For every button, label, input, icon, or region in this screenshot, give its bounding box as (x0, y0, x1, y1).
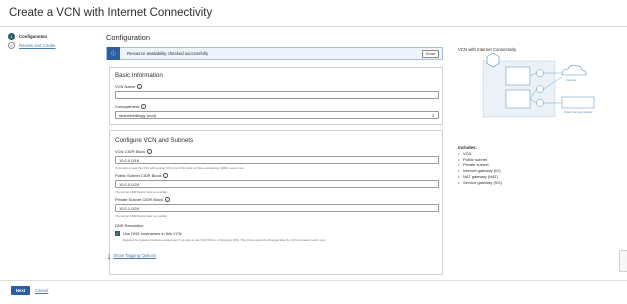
dns-hostnames-checkbox[interactable]: ✓ (115, 231, 120, 236)
configure-vcn-card: Configure VCN and Subnets VCN CIDR Block… (109, 130, 443, 275)
step-label: Configuration (19, 34, 48, 39)
includes-item: Service gateway (SG) (458, 180, 502, 186)
dns-hostnames-row: ✓ Use DNS hostnames in this VCN (115, 231, 181, 236)
cancel-link[interactable]: Cancel (35, 288, 48, 293)
oracle-services-label: Oracle Services Network (564, 110, 593, 114)
vcn-cidr-input[interactable]: 10.0.0.0/16 (115, 156, 439, 164)
chevron-right-icon: ⟫ (108, 253, 111, 258)
step-configuration[interactable]: 1 Configuration (8, 32, 98, 41)
select-arrows-icon: ⇕ (431, 113, 435, 118)
public-subnet-cidr-input[interactable]: 10.0.0.0/24 (115, 180, 439, 188)
vcn-diagram: Internet Oracle Services Network (482, 53, 595, 118)
compartment-value: sbshelbl/dbsgy (root) (119, 113, 157, 118)
show-tagging-options-label: Show Tagging Options (113, 253, 157, 258)
vcn-name-label: VCN Name i (115, 84, 142, 89)
dns-resolution-heading: DNS Resolution (115, 223, 144, 228)
wizard-steps: 1 Configuration 2 Review and Create (8, 32, 98, 50)
info-icon[interactable]: i (137, 84, 142, 89)
footer-bar: Next Cancel (0, 280, 627, 304)
step-label: Review and Create (19, 43, 56, 48)
learn-more-link[interactable]: Learn more (230, 166, 244, 170)
banner-message: Resource availability checked successful… (127, 51, 208, 56)
basic-information-heading: Basic Information (115, 72, 163, 79)
public-subnet-help: The subnet CIDR blocks must not overlap. (115, 190, 168, 194)
success-banner: ⓘ Resource availability checked successf… (106, 47, 443, 60)
next-button[interactable]: Next (11, 286, 30, 295)
compartment-select[interactable]: sbshelbl/dbsgy (root) ⇕ (115, 111, 439, 119)
service-gateway-icon (536, 99, 544, 107)
public-subnet-cidr-label: Public Subnet CIDR Block i (115, 173, 168, 178)
step-review-and-create[interactable]: 2 Review and Create (8, 41, 98, 50)
compartment-label: Compartment i (115, 104, 146, 109)
vcn-cidr-help: If you plan to peer this VCN with anothe… (115, 166, 244, 170)
configure-vcn-heading: Configure VCN and Subnets (115, 137, 194, 144)
diagram-title: VCN with Internet Connectivity (458, 47, 517, 52)
show-tagging-options-link[interactable]: ⟫ Show Tagging Options (108, 253, 156, 258)
private-subnet-cidr-label: Private Subnet CIDR Block i (115, 197, 170, 202)
includes-heading: Includes: (458, 145, 477, 150)
info-icon[interactable]: i (147, 149, 152, 154)
private-subnet-cidr-input[interactable]: 10.0.1.0/24 (115, 204, 439, 212)
page-header: Create a VCN with Internet Connectivity (0, 0, 627, 27)
info-icon[interactable]: i (141, 104, 146, 109)
private-subnet-box (505, 89, 531, 109)
oracle-services-box (561, 96, 595, 109)
info-icon[interactable]: i (163, 173, 168, 178)
step-number: 1 (8, 33, 15, 40)
help-side-tab[interactable] (619, 250, 627, 272)
banner-close-button[interactable]: Close (422, 49, 439, 58)
nat-gateway-icon (536, 85, 544, 93)
internet-cloud-icon (561, 65, 587, 76)
vcn-cidr-label: VCN CIDR Block i (115, 149, 152, 154)
info-icon: ⓘ (107, 47, 120, 60)
internet-label: Internet (566, 78, 576, 82)
private-subnet-help: The subnet CIDR blocks must not overlap. (115, 214, 168, 218)
internet-gateway-icon (536, 69, 544, 77)
basic-information-card: Basic Information VCN Name i Compartment i… (109, 67, 443, 125)
includes-list: Includes: VCN Public subnet Private subn… (458, 145, 502, 185)
dns-help: Required for instance hostname assignmen… (123, 238, 326, 242)
info-icon[interactable]: i (165, 197, 170, 202)
public-subnet-box (505, 66, 531, 86)
dns-hostnames-label: Use DNS hostnames in this VCN (123, 231, 182, 236)
step-number: 2 (8, 42, 15, 49)
section-title: Configuration (106, 33, 150, 42)
learn-more-link[interactable]: Learn more (311, 238, 325, 242)
page-title: Create a VCN with Internet Connectivity (9, 7, 213, 19)
vcn-name-input[interactable] (115, 91, 439, 99)
